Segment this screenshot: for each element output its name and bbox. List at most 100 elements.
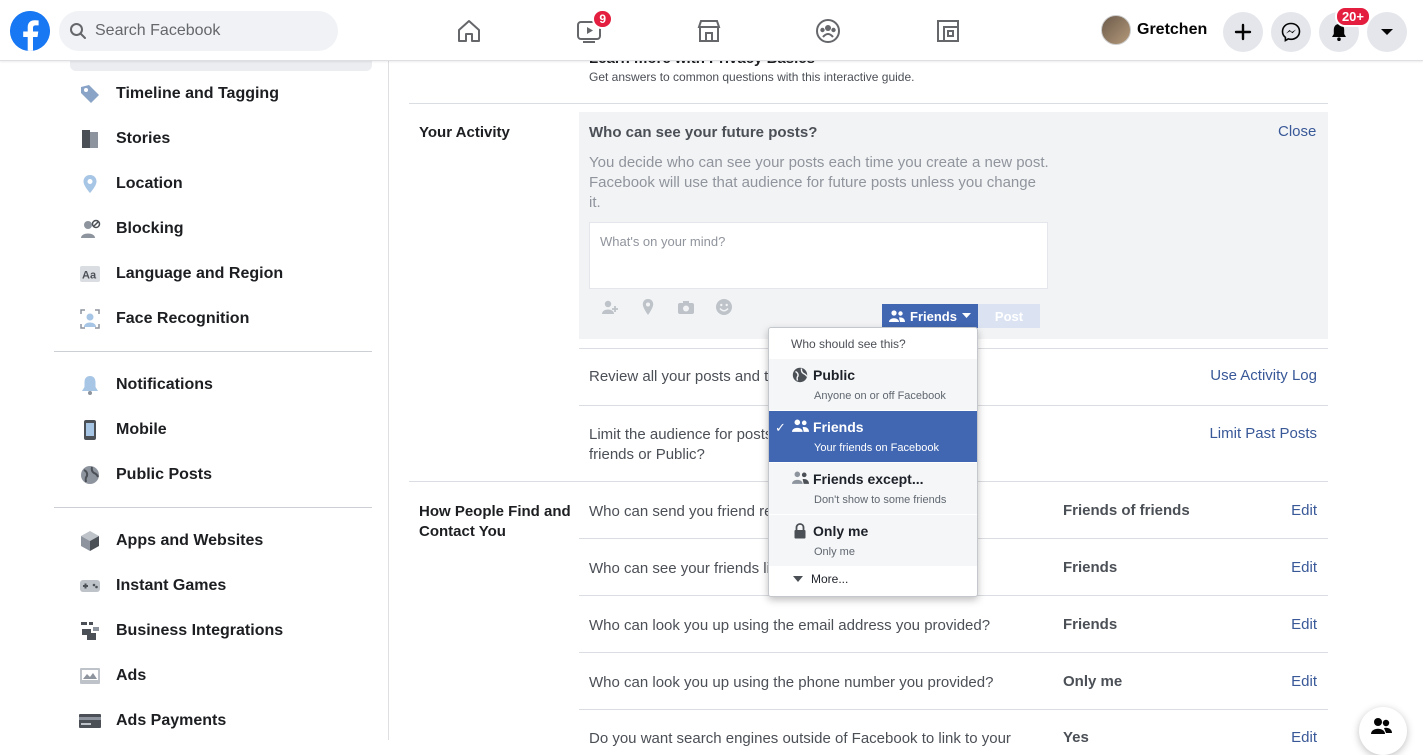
- new-message-contacts-button[interactable]: [1359, 707, 1407, 755]
- audience-option-friends[interactable]: ✓ Friends Your friends on Facebook: [769, 411, 977, 462]
- facebook-logo[interactable]: [10, 11, 50, 51]
- globe-icon: [791, 367, 809, 385]
- lock-icon: [791, 523, 809, 541]
- sidebar-item-label: Mobile: [116, 421, 167, 438]
- sidebar-item-location[interactable]: Location: [78, 169, 183, 199]
- option-title: Friends: [813, 419, 864, 435]
- book-icon: [78, 127, 102, 151]
- close-link[interactable]: Close: [1278, 123, 1316, 140]
- sidebar-item-ads-payments[interactable]: Ads Payments: [78, 706, 226, 736]
- profile-link[interactable]: Gretchen: [1101, 15, 1207, 45]
- groups-icon[interactable]: [810, 13, 846, 49]
- watch-icon[interactable]: 9: [571, 9, 613, 49]
- edit-link[interactable]: Edit: [1291, 616, 1317, 633]
- location-pin-icon[interactable]: [639, 298, 657, 316]
- sidebar-item-notifications[interactable]: Notifications: [78, 370, 213, 400]
- sidebar-item-timeline-and-tagging[interactable]: Timeline and Tagging: [78, 79, 279, 109]
- audience-option-public[interactable]: Public Anyone on or off Facebook: [769, 359, 977, 410]
- sidebar-item-label: Notifications: [116, 376, 213, 393]
- review-posts-text: Review all your posts and th: [589, 368, 777, 385]
- option-title: Friends except...: [813, 471, 924, 487]
- sidebar-item-label: Timeline and Tagging: [116, 85, 279, 102]
- option-title: Public: [813, 367, 856, 383]
- checkmark-icon: ✓: [775, 420, 786, 435]
- limit-audience-text: Limit the audience for posts: [589, 426, 773, 443]
- dropdown-header: Who should see this?: [791, 337, 906, 351]
- tag-icon: [78, 82, 102, 106]
- sidebar-item-public-posts[interactable]: Public Posts: [78, 460, 212, 490]
- section-divider: [409, 103, 1328, 104]
- emoji-icon[interactable]: [715, 298, 733, 316]
- sidebar-item-instant-games[interactable]: Instant Games: [78, 571, 226, 601]
- svg-text:Aa: Aa: [82, 270, 97, 282]
- sidebar-item-label: Ads: [116, 667, 147, 684]
- audience-selector-button[interactable]: Friends: [882, 304, 978, 328]
- audience-option-friends-except[interactable]: Friends except... Don't show to some fri…: [769, 463, 977, 514]
- composer-placeholder: What's on your mind?: [600, 234, 726, 249]
- sidebar-item-apps-and-websites[interactable]: Apps and Websites: [78, 526, 263, 556]
- post-composer[interactable]: What's on your mind?: [589, 222, 1048, 289]
- location-pin-icon: [78, 172, 102, 196]
- top-navigation-bar: 9 Gretchen 20+: [0, 0, 1423, 61]
- sidebar-item-stories[interactable]: Stories: [78, 124, 170, 154]
- row-divider: [579, 652, 1328, 653]
- sidebar-item-label: Instant Games: [116, 577, 227, 594]
- camera-icon[interactable]: [677, 298, 695, 316]
- sidebar-item-label: Stories: [116, 130, 171, 147]
- caret-down-icon: [793, 576, 803, 582]
- sidebar-item-label: Face Recognition: [116, 310, 250, 327]
- sidebar-item-label: Blocking: [116, 220, 184, 237]
- sidebar-item-ads[interactable]: Ads: [78, 661, 146, 691]
- audience-dropdown-menu: Who should see this? Public Anyone on or…: [768, 327, 978, 597]
- sidebar-item-blocking[interactable]: Blocking: [78, 214, 184, 244]
- tag-friends-icon[interactable]: [601, 298, 619, 316]
- ads-icon: [78, 664, 102, 688]
- search-input[interactable]: [95, 22, 315, 40]
- notifications-badge: 20+: [1334, 6, 1371, 27]
- limit-past-posts-link[interactable]: Limit Past Posts: [1209, 425, 1317, 442]
- your-activity-title: Your Activity: [419, 124, 510, 141]
- contacts-icon: [1371, 718, 1392, 734]
- gamepad-icon: [78, 574, 102, 598]
- phone-icon: [78, 418, 102, 442]
- find-contact-title: How People Find and Contact You: [419, 503, 571, 540]
- messenger-button[interactable]: [1271, 12, 1311, 52]
- messenger-icon: [1281, 22, 1301, 42]
- profile-name: Gretchen: [1137, 21, 1208, 38]
- watch-badge: 9: [592, 9, 613, 29]
- use-activity-log-link[interactable]: Use Activity Log: [1210, 367, 1317, 384]
- sidebar-item-language-and-region[interactable]: Aa Language and Region: [78, 259, 283, 289]
- create-button[interactable]: [1223, 12, 1263, 52]
- phone-lookup-question: Who can look you up using the phone numb…: [589, 674, 994, 691]
- limit-audience-text-line2: friends or Public?: [589, 446, 705, 463]
- globe-icon: [78, 463, 102, 487]
- friends-icon: [791, 419, 809, 437]
- search-engines-question: Do you want search engines outside of Fa…: [589, 730, 1011, 747]
- edit-link[interactable]: Edit: [1291, 673, 1317, 690]
- sidebar-item-label: Location: [116, 175, 183, 192]
- gaming-icon[interactable]: [930, 13, 966, 49]
- friends-icon: [889, 310, 906, 322]
- sidebar-item-business-integrations[interactable]: Business Integrations: [78, 616, 283, 646]
- home-icon[interactable]: [451, 13, 487, 49]
- sidebar-divider: [54, 351, 372, 352]
- sidebar-item-mobile[interactable]: Mobile: [78, 415, 167, 445]
- face-recognition-icon: [78, 307, 102, 331]
- account-menu-button[interactable]: [1367, 12, 1407, 52]
- option-title: Only me: [813, 523, 869, 539]
- more-options-link[interactable]: More...: [793, 572, 848, 586]
- edit-link[interactable]: Edit: [1291, 559, 1317, 576]
- search-box[interactable]: [59, 11, 338, 51]
- post-button[interactable]: Post: [978, 304, 1040, 328]
- sidebar-item-face-recognition[interactable]: Face Recognition: [78, 304, 249, 334]
- settings-sidebar: Timeline and Tagging Stories Location Bl…: [0, 61, 389, 740]
- notifications-button[interactable]: 20+: [1319, 6, 1371, 52]
- composer-actions: [601, 298, 733, 316]
- edit-link[interactable]: Edit: [1291, 502, 1317, 519]
- audience-label: Friends: [910, 308, 957, 324]
- blocked-user-icon: [78, 217, 102, 241]
- audience-option-only-me[interactable]: Only me Only me: [769, 515, 977, 566]
- edit-link[interactable]: Edit: [1291, 729, 1317, 746]
- marketplace-icon[interactable]: [691, 13, 727, 49]
- option-subtitle: Anyone on or off Facebook: [814, 390, 946, 402]
